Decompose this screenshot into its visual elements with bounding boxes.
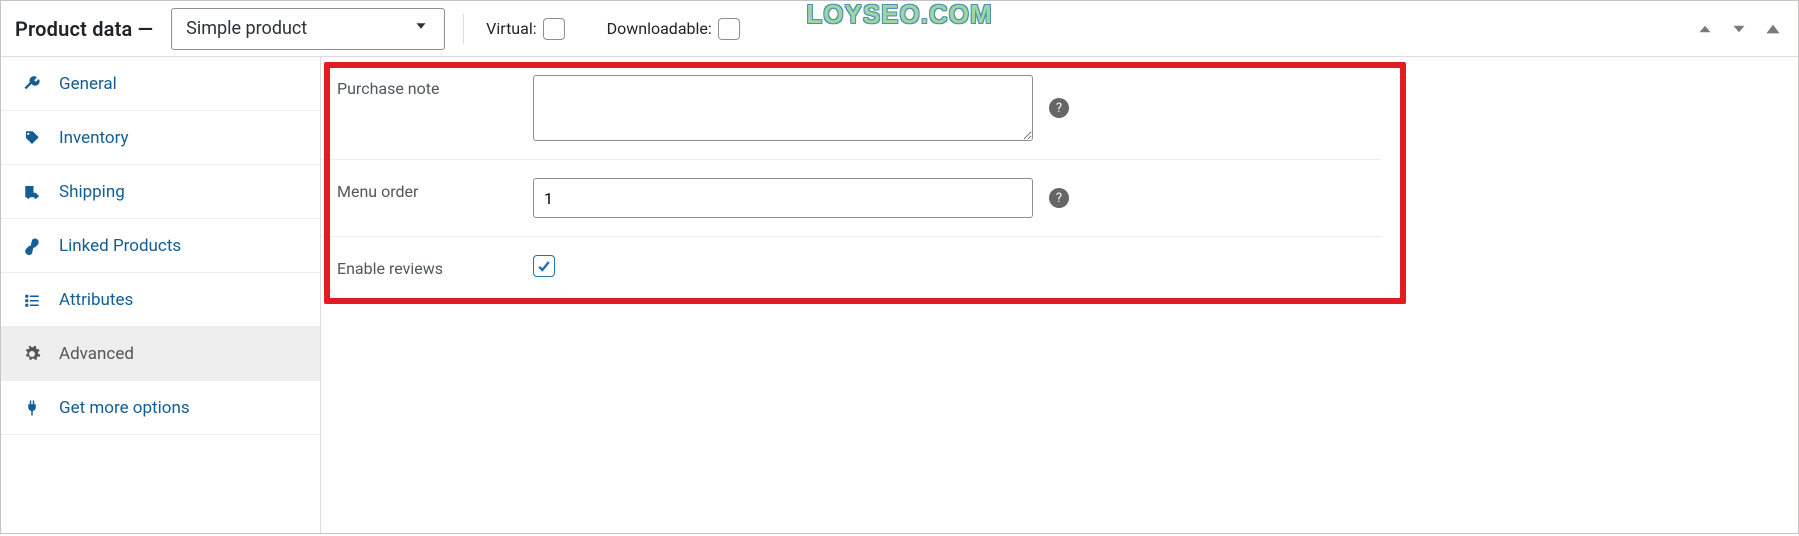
panel-move-down-icon[interactable] [1728, 18, 1750, 40]
tab-label: Inventory [59, 128, 129, 148]
enable-reviews-checkbox[interactable] [533, 255, 555, 277]
chevron-down-icon [412, 17, 430, 40]
tab-label: Linked Products [59, 236, 181, 256]
product-type-value: Simple product [186, 18, 307, 39]
help-icon[interactable]: ? [1049, 188, 1069, 208]
tab-get-more[interactable]: Get more options [1, 381, 320, 435]
purchase-note-input[interactable] [533, 75, 1033, 141]
tab-advanced[interactable]: Advanced [1, 327, 320, 381]
advanced-pane: Purchase note ? Menu order ? Enable revi… [321, 57, 1798, 533]
tab-inventory[interactable]: Inventory [1, 111, 320, 165]
tab-label: Advanced [59, 344, 134, 364]
downloadable-group: Downloadable: [607, 18, 740, 40]
enable-reviews-row: Enable reviews [321, 237, 1381, 296]
menu-order-input[interactable] [533, 178, 1033, 218]
tag-icon [23, 129, 47, 147]
tab-label: Shipping [59, 182, 125, 202]
product-data-tabs: General Inventory Shipping Linked Produc… [1, 57, 321, 533]
enable-reviews-label: Enable reviews [337, 255, 533, 278]
panel-header: Product data — Simple product Virtual: D… [1, 1, 1798, 57]
panel-title: Product data — [15, 17, 153, 41]
tab-attributes[interactable]: Attributes [1, 273, 320, 327]
tab-label: Attributes [59, 290, 133, 310]
panel-controls [1694, 18, 1784, 40]
list-icon [23, 291, 47, 309]
tab-label: General [59, 74, 117, 94]
downloadable-label: Downloadable: [607, 19, 712, 38]
truck-icon [23, 183, 47, 201]
link-icon [23, 237, 47, 255]
menu-order-row: Menu order ? [321, 160, 1381, 237]
virtual-checkbox[interactable] [543, 18, 565, 40]
separator [463, 14, 464, 44]
virtual-label: Virtual: [486, 19, 536, 38]
menu-order-label: Menu order [337, 178, 533, 201]
panel-move-up-icon[interactable] [1694, 18, 1716, 40]
product-data-panel: Product data — Simple product Virtual: D… [0, 0, 1799, 534]
plug-icon [23, 399, 47, 417]
gear-icon [23, 345, 47, 363]
panel-toggle-icon[interactable] [1762, 18, 1784, 40]
advanced-options: Purchase note ? Menu order ? Enable revi… [321, 57, 1798, 296]
purchase-note-row: Purchase note ? [321, 57, 1381, 160]
wrench-icon [23, 75, 47, 93]
tab-linked[interactable]: Linked Products [1, 219, 320, 273]
virtual-group: Virtual: [486, 18, 564, 40]
help-icon[interactable]: ? [1049, 98, 1069, 118]
tab-shipping[interactable]: Shipping [1, 165, 320, 219]
downloadable-checkbox[interactable] [718, 18, 740, 40]
panel-body: General Inventory Shipping Linked Produc… [1, 57, 1798, 533]
product-type-select[interactable]: Simple product [171, 8, 445, 50]
purchase-note-label: Purchase note [337, 75, 533, 98]
tab-label: Get more options [59, 398, 190, 418]
watermark: LOYSEO.COM [806, 0, 992, 30]
tab-general[interactable]: General [1, 57, 320, 111]
